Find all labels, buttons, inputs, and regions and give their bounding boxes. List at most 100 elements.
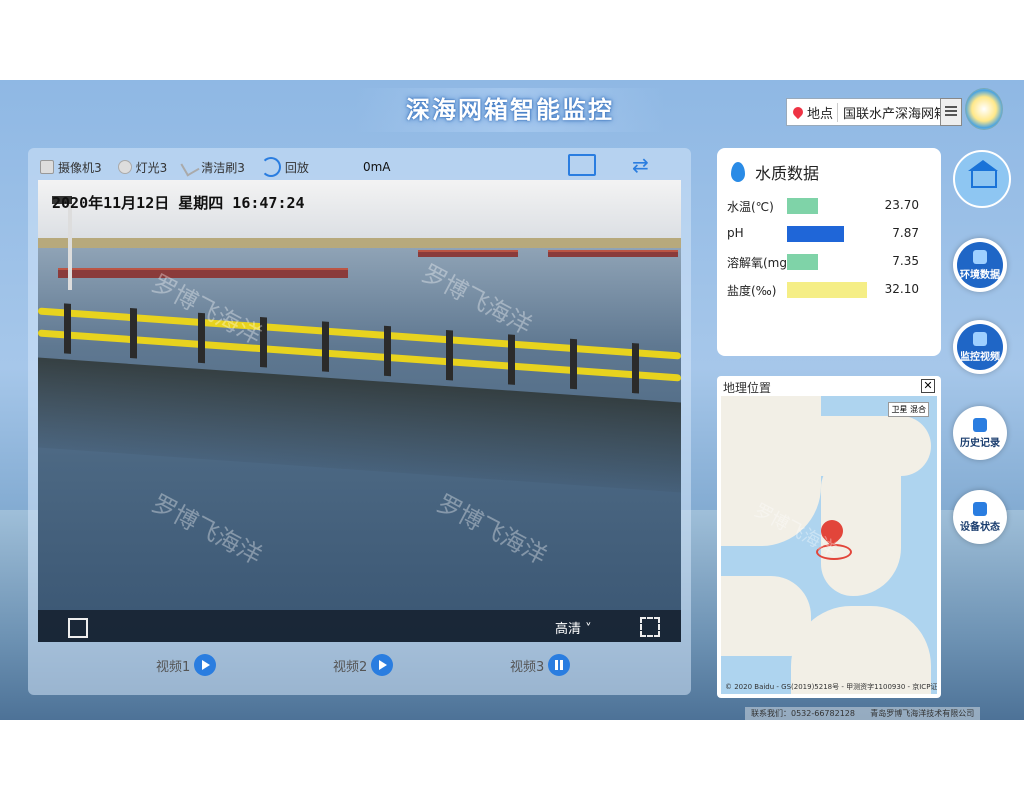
wq-value: 32.10 — [884, 282, 919, 296]
rail-post — [384, 325, 391, 377]
wq-label: pH — [727, 226, 744, 240]
map-land — [791, 606, 931, 694]
wiper-icon — [180, 157, 200, 177]
map-view[interactable]: 卫星 混合 罗博飞海洋 © 2020 Baidu - GS(2019)5218号… — [721, 396, 937, 694]
nav-device-status[interactable]: 设备状态 — [953, 490, 1007, 544]
wq-value: 23.70 — [884, 198, 919, 212]
folder-icon[interactable] — [568, 154, 596, 176]
camera-icon — [40, 160, 54, 174]
nav-monitor-inner: 监控视频 — [957, 324, 1003, 370]
water-quality-card: 水质数据 水温(℃) 23.70 pH 7.87 溶解氧(mg/L) 7.35 … — [717, 148, 941, 356]
nav-history-inner: 历史记录 — [957, 410, 1003, 456]
quality-selector[interactable]: 高清 ˅ — [555, 618, 592, 637]
wq-bar — [787, 254, 818, 270]
rail-post — [632, 343, 639, 394]
light-control[interactable]: 灯光3 — [117, 159, 168, 176]
home-icon[interactable] — [953, 150, 1011, 208]
rail-post — [570, 338, 577, 390]
fullscreen-icon[interactable] — [640, 617, 660, 637]
footer: 联系我们：0532-66782128 青岛罗博飞海洋技术有限公司 — [745, 707, 981, 720]
wq-label: 盐度(‰) — [727, 284, 777, 298]
rail-post — [64, 303, 71, 354]
nav-label: 环境数据 — [960, 270, 1000, 281]
map-type-label: 卫星 — [891, 405, 908, 414]
quality-label: 高清 — [555, 622, 582, 637]
wq-row: pH 7.87 — [727, 224, 933, 244]
video-tab-label: 视频3 — [510, 659, 545, 675]
nav-label: 设备状态 — [960, 522, 1000, 533]
water-quality-title: 水质数据 — [731, 160, 819, 184]
water-drop-icon — [731, 162, 745, 182]
video-control-bar: 高清 ˅ — [38, 610, 681, 642]
location-value: 国联水产深海网箱 — [843, 106, 948, 122]
wq-row: 盐度(‰) 32.10 — [727, 280, 933, 300]
rail-post — [446, 330, 453, 381]
map-copyright: © 2020 Baidu - GS(2019)5218号 - 甲测资字11009… — [725, 683, 937, 691]
app-window: 深海网箱智能监控 地点 国联水产深海网箱 摄像机3 灯光3 清洁刷3 回放 0m… — [0, 80, 1024, 720]
video-tab-2[interactable]: 视频2 — [333, 654, 394, 676]
screenshot-icon[interactable] — [68, 618, 88, 638]
video-tab-1[interactable]: 视频1 — [156, 654, 217, 676]
video-toolbar: 摄像机3 灯光3 清洁刷3 回放 0mA — [40, 154, 406, 180]
geo-title: 地理位置 — [723, 381, 772, 395]
video-raft — [548, 250, 678, 257]
wq-bar — [787, 198, 818, 214]
geo-location-card: 地理位置 ✕ 卫星 混合 罗博飞海洋 © 2020 Baidu - GS(201… — [717, 376, 941, 698]
rail-post — [508, 334, 515, 385]
replay-label: 回放 — [284, 160, 309, 175]
nav-label: 监控视频 — [960, 352, 1000, 363]
location-pin-icon — [790, 104, 806, 120]
play-icon[interactable] — [371, 654, 394, 676]
wq-value: 7.87 — [892, 226, 919, 240]
lamp-post — [52, 196, 72, 290]
video-shore — [38, 238, 681, 248]
water-quality-heading: 水质数据 — [755, 164, 820, 183]
light-label: 灯光3 — [135, 160, 168, 175]
bulb-icon — [117, 160, 132, 174]
play-icon[interactable] — [194, 654, 217, 676]
wq-bar — [787, 282, 867, 298]
footer-contact: 联系我们：0532-66782128 — [751, 709, 855, 718]
location-key: 地点 — [807, 102, 839, 122]
video-icon — [973, 332, 987, 346]
nav-environment-data[interactable]: 环境数据 — [953, 238, 1007, 292]
nav-environment-inner: 环境数据 — [957, 242, 1003, 288]
video-raft — [58, 268, 348, 278]
wq-label: 水温(℃) — [727, 200, 774, 214]
replay-control[interactable]: 回放 — [260, 157, 309, 177]
wq-bar — [787, 226, 844, 242]
nav-monitor-video[interactable]: 监控视频 — [953, 320, 1007, 374]
document-icon[interactable] — [940, 98, 962, 126]
swap-icon[interactable]: ⇄ — [632, 154, 658, 176]
map-mix-label: 混合 — [910, 405, 926, 414]
video-feed[interactable]: 2020年11月12日 星期四 16:47:24 罗博飞海洋 罗博飞海洋 罗博飞… — [38, 180, 681, 642]
video-tab-3[interactable]: 视频3 — [510, 654, 571, 676]
pause-icon[interactable] — [548, 654, 571, 676]
wq-row: 水温(℃) 23.70 — [727, 196, 933, 216]
footer-company: 青岛罗博飞海洋技术有限公司 — [870, 709, 975, 718]
device-icon — [973, 502, 987, 516]
map-type-toggle[interactable]: 卫星 混合 — [888, 402, 929, 417]
camera-control[interactable]: 摄像机3 — [40, 159, 102, 176]
wiper-label: 清洁刷3 — [201, 160, 245, 175]
video-panel: 摄像机3 灯光3 清洁刷3 回放 0mA ⇄ 2020年11月12日 星期四 1… — [28, 148, 691, 695]
nav-history[interactable]: 历史记录 — [953, 406, 1007, 460]
video-timestamp: 2020年11月12日 星期四 16:47:24 — [52, 194, 305, 212]
close-icon[interactable]: ✕ — [921, 379, 935, 393]
page-title: 深海网箱智能监控 — [355, 88, 665, 132]
wiper-control[interactable]: 清洁刷3 — [180, 157, 245, 177]
video-tab-label: 视频1 — [156, 659, 191, 675]
nav-device-inner: 设备状态 — [957, 494, 1003, 540]
company-logo — [965, 88, 1003, 130]
history-icon — [973, 418, 987, 432]
drop-icon — [973, 250, 987, 264]
video-tab-label: 视频2 — [333, 659, 368, 675]
rail-post — [130, 307, 137, 359]
camera-label: 摄像机3 — [58, 160, 102, 175]
current-readout: 0mA — [362, 160, 391, 174]
wq-row: 溶解氧(mg/L) 7.35 — [727, 252, 933, 272]
location-selector[interactable]: 地点 国联水产深海网箱 — [786, 98, 954, 126]
replay-icon — [260, 157, 281, 177]
nav-label: 历史记录 — [960, 438, 1000, 449]
video-tabs: 视频1 视频2 视频3 — [28, 654, 691, 684]
